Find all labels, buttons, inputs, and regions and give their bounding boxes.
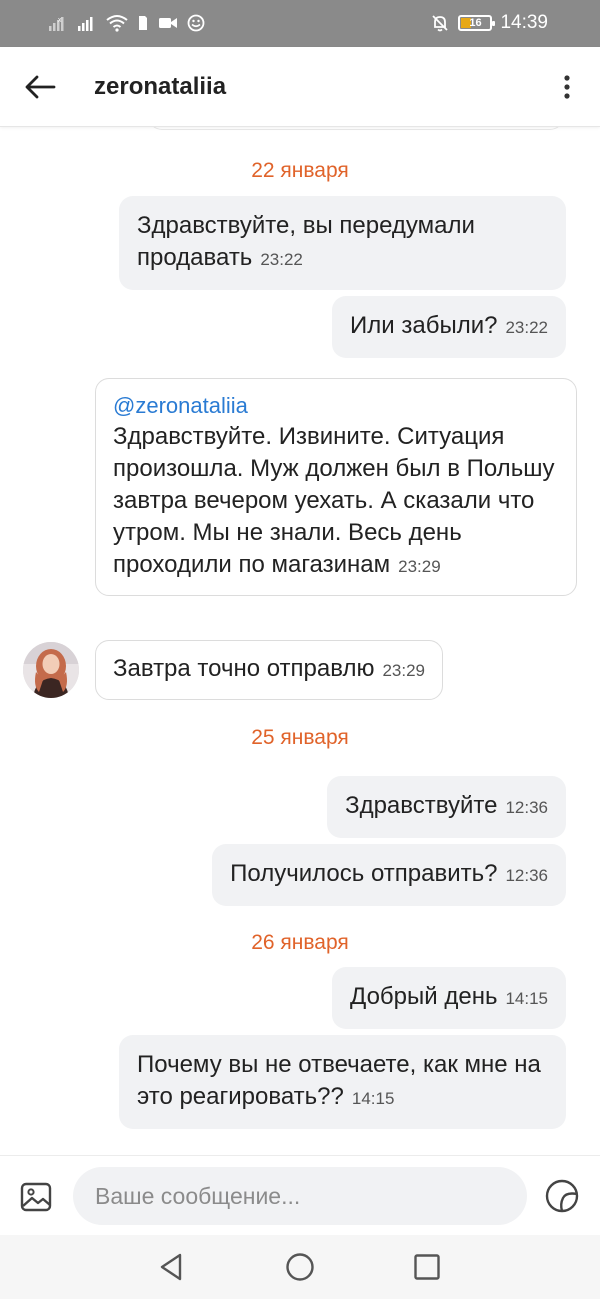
back-triangle-icon[interactable] xyxy=(156,1251,188,1283)
outgoing-message[interactable]: Здравствуйте 12:36 xyxy=(327,776,566,838)
message-text: Здравствуйте xyxy=(345,792,498,819)
status-right-icons: 16 14:39 xyxy=(430,12,548,34)
message-time: 14:15 xyxy=(351,1089,395,1108)
video-call-icon xyxy=(159,18,177,28)
signal-icon xyxy=(78,17,93,31)
sticker-icon[interactable] xyxy=(544,1178,580,1214)
mention-link[interactable]: @zeronataliia xyxy=(113,391,559,421)
bell-off-icon xyxy=(432,15,449,32)
battery-icon: 16 xyxy=(458,15,496,31)
message-time: 23:22 xyxy=(505,318,548,337)
message-text: Почему вы не отвечаете, как мне на это р… xyxy=(137,1051,541,1110)
outgoing-message[interactable]: Получилось отправить? 12:36 xyxy=(212,844,566,906)
incoming-message[interactable]: Завтра точно отправлю 23:29 xyxy=(95,640,443,700)
message-text: Или забыли? xyxy=(350,312,498,339)
status-time: 14:39 xyxy=(500,12,548,33)
message-text: Получилось отправить? xyxy=(230,860,498,887)
arrow-left-icon[interactable] xyxy=(22,69,58,105)
date-separator: 25 января xyxy=(251,726,349,749)
incoming-message[interactable]: @zeronataliia Здравствуйте. Извините. Си… xyxy=(95,378,577,596)
wifi-icon xyxy=(106,15,128,32)
chat-header: zeronataliia xyxy=(0,47,600,127)
chat-title[interactable]: zeronataliia xyxy=(94,73,226,101)
message-time: 14:15 xyxy=(505,989,548,1008)
message-time: 12:36 xyxy=(505,798,548,817)
system-nav-bar xyxy=(0,1235,600,1299)
emoji-notification-icon xyxy=(187,14,205,32)
message-text: Добрый день xyxy=(350,983,498,1010)
more-vertical-icon[interactable] xyxy=(558,71,576,103)
date-separator: 22 января xyxy=(251,159,349,182)
home-circle-icon[interactable] xyxy=(284,1251,316,1283)
sim-icon xyxy=(139,16,147,30)
date-separator: 26 января xyxy=(251,931,349,954)
message-composer xyxy=(0,1155,600,1235)
message-text: Завтра точно отправлю xyxy=(113,655,375,682)
message-text: Здравствуйте, вы передумали продавать xyxy=(137,212,475,271)
status-bar: x 16 14:39 xyxy=(0,0,600,47)
battery-percent: 16 xyxy=(469,16,482,29)
image-icon[interactable] xyxy=(19,1180,53,1214)
outgoing-message[interactable]: Добрый день 14:15 xyxy=(332,967,566,1029)
avatar[interactable] xyxy=(23,642,79,698)
message-time: 23:29 xyxy=(398,557,441,576)
recents-square-icon[interactable] xyxy=(411,1251,443,1283)
message-time: 12:36 xyxy=(505,866,548,885)
no-sim-signal-icon: x xyxy=(49,17,64,31)
status-left-icons: x xyxy=(48,12,205,34)
message-input[interactable] xyxy=(73,1167,527,1225)
outgoing-message[interactable]: Почему вы не отвечаете, как мне на это р… xyxy=(119,1035,566,1129)
outgoing-message[interactable]: Здравствуйте, вы передумали продавать 23:… xyxy=(119,196,566,290)
message-time: 23:29 xyxy=(382,661,425,680)
svg-text:x: x xyxy=(58,17,62,24)
message-time: 23:22 xyxy=(260,250,303,269)
message-text: Здравствуйте. Извините. Ситуация произош… xyxy=(113,423,555,578)
outgoing-message[interactable]: Или забыли? 23:22 xyxy=(332,296,566,358)
